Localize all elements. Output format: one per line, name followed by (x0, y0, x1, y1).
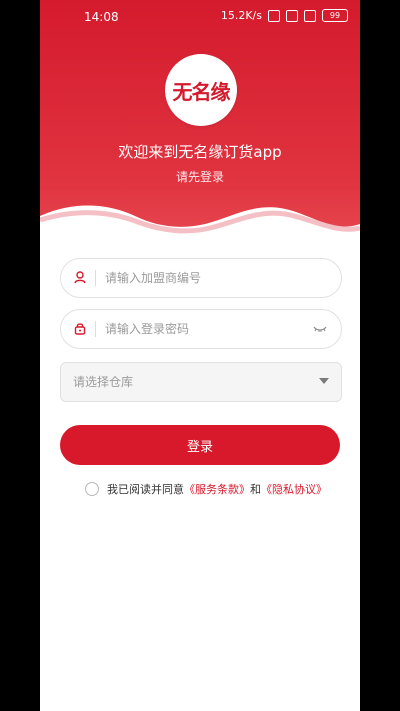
privacy-policy-link[interactable]: 《隐私协议》 (261, 481, 327, 497)
right-bezel (360, 0, 400, 711)
agreement-and: 和 (250, 484, 261, 496)
alarm-icon (286, 9, 298, 22)
left-bezel (0, 0, 40, 711)
warehouse-placeholder: 请选择仓库 (73, 375, 134, 389)
service-terms-link[interactable]: 《服务条款》 (184, 481, 250, 497)
header-banner: 14:08 15.2K/s 99 无名缘 欢迎来到无名缘订货app 请先登录 (40, 0, 360, 260)
status-time: 14:08 (84, 10, 119, 24)
status-bar: 14:08 15.2K/s 99 (40, 0, 360, 36)
battery-icon: 99 (322, 9, 348, 22)
bluetooth-icon (268, 9, 280, 22)
signal-icon (304, 9, 316, 22)
warehouse-select[interactable]: 请选择仓库 (60, 362, 342, 402)
login-subtitle: 请先登录 (175, 170, 224, 184)
field-separator (95, 321, 96, 337)
header-wave (40, 205, 360, 260)
franchise-id-placeholder: 请输入加盟商编号 (105, 271, 202, 285)
eye-closed-icon[interactable] (313, 324, 327, 334)
user-icon (73, 270, 87, 284)
battery-level: 99 (329, 11, 341, 20)
password-input[interactable]: 请输入登录密码 (60, 309, 342, 349)
login-app: 14:08 15.2K/s 99 无名缘 欢迎来到无名缘订货app 请先登录 请… (40, 0, 360, 711)
field-separator (95, 270, 96, 286)
network-speed: 15.2K/s (220, 9, 262, 22)
agreement-prefix: 我已阅读并同意 (107, 484, 184, 496)
login-button-label: 登录 (186, 438, 213, 454)
welcome-title: 欢迎来到无名缘订货app (118, 143, 282, 161)
login-button[interactable]: 登录 (60, 425, 340, 465)
dropdown-caret-icon (319, 378, 329, 384)
brand-logo: 无名缘 (165, 54, 237, 126)
agreement-row: 我已阅读并同意 《服务条款》 和 《隐私协议》 (85, 480, 345, 498)
password-placeholder: 请输入登录密码 (105, 322, 190, 336)
status-indicators: 15.2K/s 99 (221, 9, 348, 22)
lock-icon (73, 321, 87, 335)
agreement-checkbox[interactable] (85, 482, 99, 496)
phone-screen: 14:08 15.2K/s 99 无名缘 欢迎来到无名缘订货app 请先登录 请… (0, 0, 400, 711)
logo-text: 无名缘 (172, 79, 231, 104)
franchise-id-input[interactable]: 请输入加盟商编号 (60, 258, 342, 298)
